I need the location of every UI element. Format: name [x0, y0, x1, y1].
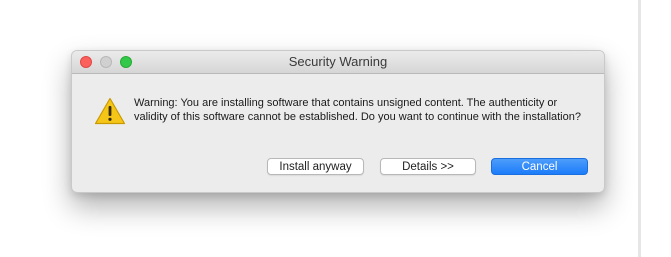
warning-icon	[94, 97, 126, 125]
security-warning-dialog: Security Warning Warning: You are instal…	[71, 50, 605, 193]
details-button[interactable]: Details >>	[380, 158, 476, 175]
warning-message: Warning: You are installing software tha…	[134, 97, 581, 123]
cancel-button[interactable]: Cancel	[491, 158, 588, 175]
install-anyway-button[interactable]: Install anyway	[267, 158, 364, 175]
background-window-edge	[638, 0, 641, 257]
screen: Security Warning Warning: You are instal…	[0, 0, 671, 257]
dialog-title: Security Warning	[288, 54, 388, 69]
title-bar[interactable]: Security Warning	[72, 51, 604, 74]
